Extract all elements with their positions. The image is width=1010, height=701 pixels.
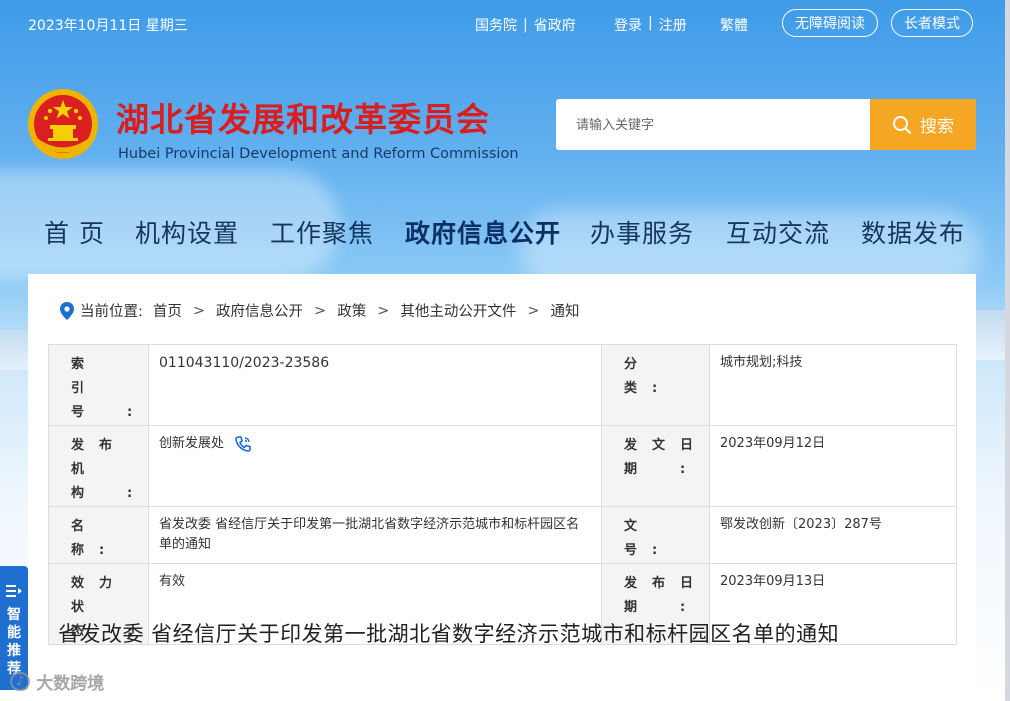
doc-number-value: 鄂发改创新〔2023〕287号 xyxy=(720,517,882,532)
link-province-gov[interactable]: 省政府 xyxy=(534,15,576,35)
issue-date-label: 发文日 xyxy=(624,438,709,453)
status-label: 效力状 xyxy=(71,576,128,615)
location-pin-icon xyxy=(60,301,74,320)
watermark-text: 大数跨境 xyxy=(36,674,105,694)
top-bar: 2023年10月11日 星期三 国务院 | 省政府 登录 | 注册 繁體 无障碍… xyxy=(0,0,1005,48)
watermark: ♪ 大数跨境 xyxy=(10,669,104,694)
breadcrumb-home[interactable]: 首页 xyxy=(153,300,182,321)
nav-item-data[interactable]: 数据发布 xyxy=(861,214,965,250)
breadcrumb-gov-info[interactable]: 政府信息公开 xyxy=(216,300,303,321)
issue-date-value: 2023年09月12日 xyxy=(720,436,826,451)
document-metadata-table: 索 引 号 : 011043110/2023-23586 分 类: 城市规划;科… xyxy=(48,344,957,645)
breadcrumb: 当前位置: 首页 > 政府信息公开 > 政策 > 其他主动公开文件 > 通知 xyxy=(60,300,580,321)
table-row: 名 称: 省发改委 省经信厅关于印发第一批湖北省数字经济示范城市和标杆园区名单的… xyxy=(48,506,957,564)
table-row: 索 引 号 : 011043110/2023-23586 分 类: 城市规划;科… xyxy=(48,344,957,426)
register-link[interactable]: 注册 xyxy=(659,15,687,35)
elder-mode-button[interactable]: 长者模式 xyxy=(891,9,973,37)
index-value: 011043110/2023-23586 xyxy=(159,355,330,371)
search-input[interactable] xyxy=(556,99,868,150)
vertical-scrollbar[interactable] xyxy=(1005,0,1010,701)
name-label: 名 称: xyxy=(71,519,128,558)
smart-recommend-label: 智能推荐 xyxy=(7,607,21,677)
nav-item-work-focus[interactable]: 工作聚焦 xyxy=(270,214,374,250)
status-value: 有效 xyxy=(159,574,186,589)
publish-date-label: 发布日 xyxy=(624,576,709,591)
publisher-label: 发布机 xyxy=(71,438,128,477)
publisher-value: 创新发展处 xyxy=(159,436,225,451)
search-box: 搜索 xyxy=(556,99,976,150)
login-link[interactable]: 登录 xyxy=(614,15,642,35)
search-button[interactable]: 搜索 xyxy=(870,99,976,150)
index-label: 索 引 xyxy=(71,357,128,396)
nav-item-gov-info[interactable]: 政府信息公开 xyxy=(405,214,561,250)
breadcrumb-notice[interactable]: 通知 xyxy=(551,300,580,321)
nav-item-home[interactable]: 首 页 xyxy=(44,214,105,250)
nav-item-organization[interactable]: 机构设置 xyxy=(135,214,239,250)
name-value: 省发改委 省经信厅关于印发第一批湖北省数字经济示范城市和标杆园区名单的通知 xyxy=(159,517,580,552)
publish-date-value: 2023年09月13日 xyxy=(720,574,826,589)
accessible-reading-button[interactable]: 无障碍阅读 xyxy=(782,9,878,37)
nav-item-interaction[interactable]: 互动交流 xyxy=(726,214,830,250)
auth-links: 登录 | 注册 xyxy=(614,15,687,35)
nav-item-services[interactable]: 办事服务 xyxy=(590,214,694,250)
main-nav: 首 页 机构设置 工作聚焦 政府信息公开 办事服务 互动交流 数据发布 xyxy=(0,214,1005,258)
doc-number-label: 文 号: xyxy=(624,519,681,558)
site-subtitle: Hubei Provincial Development and Reform … xyxy=(118,146,519,162)
article-title: 省发改委 省经信厅关于印发第一批湖北省数字经济示范城市和标杆园区名单的通知 xyxy=(58,622,840,646)
traditional-chinese-link[interactable]: 繁體 xyxy=(720,15,748,35)
category-value: 城市规划;科技 xyxy=(720,355,803,370)
breadcrumb-policy[interactable]: 政策 xyxy=(337,300,366,321)
national-emblem-logo[interactable] xyxy=(26,87,100,161)
search-icon xyxy=(893,115,912,134)
breadcrumb-other-docs[interactable]: 其他主动公开文件 xyxy=(400,300,516,321)
breadcrumb-label: 当前位置: xyxy=(80,304,143,320)
site-title: 湖北省发展和改革委员会 xyxy=(116,100,490,139)
current-date: 2023年10月11日 星期三 xyxy=(28,18,188,34)
search-button-label: 搜索 xyxy=(920,117,954,137)
category-label: 分 类: xyxy=(624,357,681,396)
phone-icon[interactable] xyxy=(234,435,252,453)
link-state-council[interactable]: 国务院 xyxy=(475,15,517,35)
table-row: 发布机 构 : 创新发展处 发文日 期 : 2023年09月12日 xyxy=(48,425,957,507)
gov-links: 国务院 | 省政府 xyxy=(475,15,576,35)
watermark-logo-icon: ♪ xyxy=(10,672,31,691)
list-icon xyxy=(6,585,22,597)
